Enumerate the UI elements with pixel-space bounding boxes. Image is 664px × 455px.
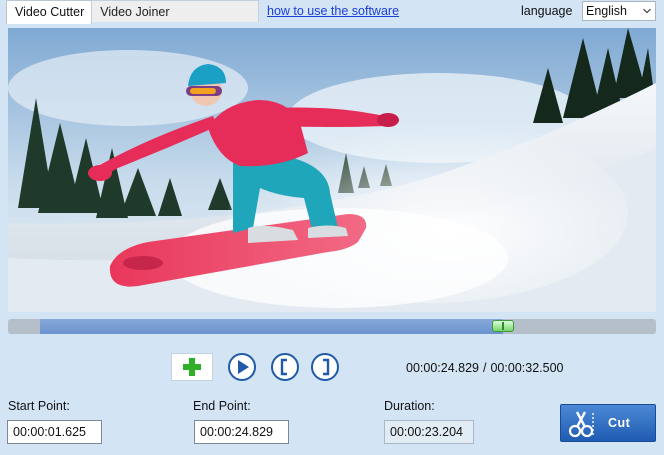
start-point-input[interactable]: 00:00:01.625 [7, 420, 102, 444]
video-preview[interactable] [8, 28, 656, 312]
play-icon [238, 360, 249, 374]
cut-button[interactable]: Cut [560, 404, 656, 442]
start-point-label: Start Point: [8, 399, 70, 413]
video-frame-image [8, 28, 656, 312]
mark-out-bracket-icon [323, 358, 330, 376]
tab-bar: Video Cutter Video Joiner [6, 0, 260, 24]
duration-field: 00:00:23.204 [384, 420, 474, 444]
duration-label: Duration: [384, 399, 435, 413]
total-time: 00:00:32.500 [490, 361, 564, 375]
scissors-icon [568, 411, 594, 438]
end-point-input[interactable]: 00:00:24.829 [194, 420, 289, 444]
mark-in-bracket-icon [280, 358, 287, 376]
play-button[interactable] [228, 353, 256, 381]
language-label: language [521, 4, 573, 18]
tab-video-joiner[interactable]: Video Joiner [91, 0, 260, 22]
language-selected-value: English [586, 4, 627, 18]
time-readout: 00:00:24.829 /00:00:32.500 [406, 361, 563, 375]
time-separator: / [483, 361, 487, 375]
mark-in-button[interactable] [271, 353, 299, 381]
selected-range-fill [40, 319, 504, 334]
cut-button-label: Cut [608, 416, 631, 430]
language-select[interactable]: English [582, 1, 656, 21]
help-link[interactable]: how to use the software [267, 4, 399, 18]
timeline-seekbar[interactable] [8, 319, 656, 334]
add-segment-button[interactable] [171, 353, 213, 381]
chevron-down-icon [643, 8, 651, 14]
plus-icon [183, 358, 201, 376]
current-time: 00:00:24.829 [406, 361, 479, 375]
playhead-handle[interactable] [492, 320, 515, 332]
tab-video-cutter[interactable]: Video Cutter [6, 0, 93, 24]
mark-out-button[interactable] [311, 353, 339, 381]
end-point-label: End Point: [193, 399, 251, 413]
